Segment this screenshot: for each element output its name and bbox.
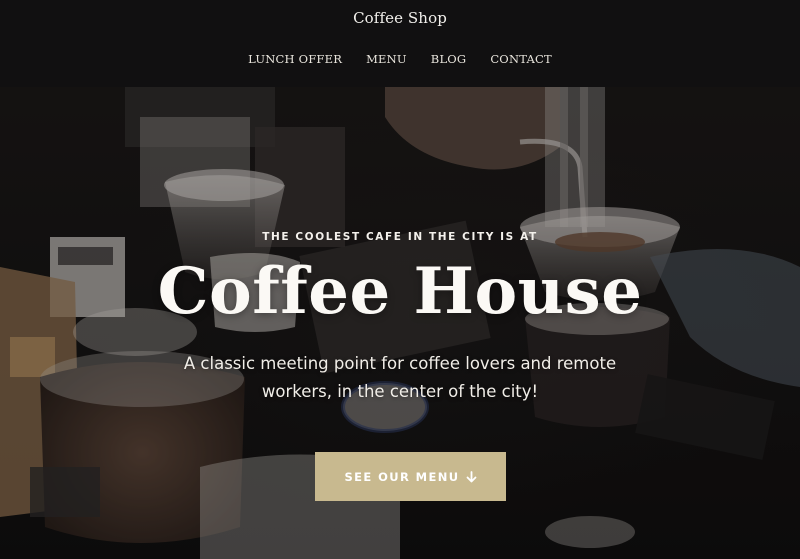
site-title[interactable]: Coffee Shop [0, 9, 800, 27]
see-our-menu-label: SEE OUR MENU [344, 469, 460, 484]
nav-item-blog[interactable]: BLOG [431, 52, 467, 66]
arrow-down-icon [466, 470, 477, 483]
site-header: Coffee Shop LUNCH OFFER MENU BLOG CONTAC… [0, 0, 800, 87]
see-our-menu-button[interactable]: SEE OUR MENU [315, 452, 506, 501]
nav-item-contact[interactable]: CONTACT [490, 52, 552, 66]
nav-item-menu[interactable]: MENU [366, 52, 407, 66]
main-nav: LUNCH OFFER MENU BLOG CONTACT [0, 52, 800, 66]
nav-item-lunch-offer[interactable]: LUNCH OFFER [248, 52, 342, 66]
hero-section: THE COOLEST CAFE IN THE CITY IS AT Coffe… [0, 87, 800, 559]
hero-subtitle: A classic meeting point for coffee lover… [183, 354, 617, 401]
hero-headline: Coffee House [157, 254, 643, 329]
hero-kicker: THE COOLEST CAFE IN THE CITY IS AT [262, 231, 538, 243]
